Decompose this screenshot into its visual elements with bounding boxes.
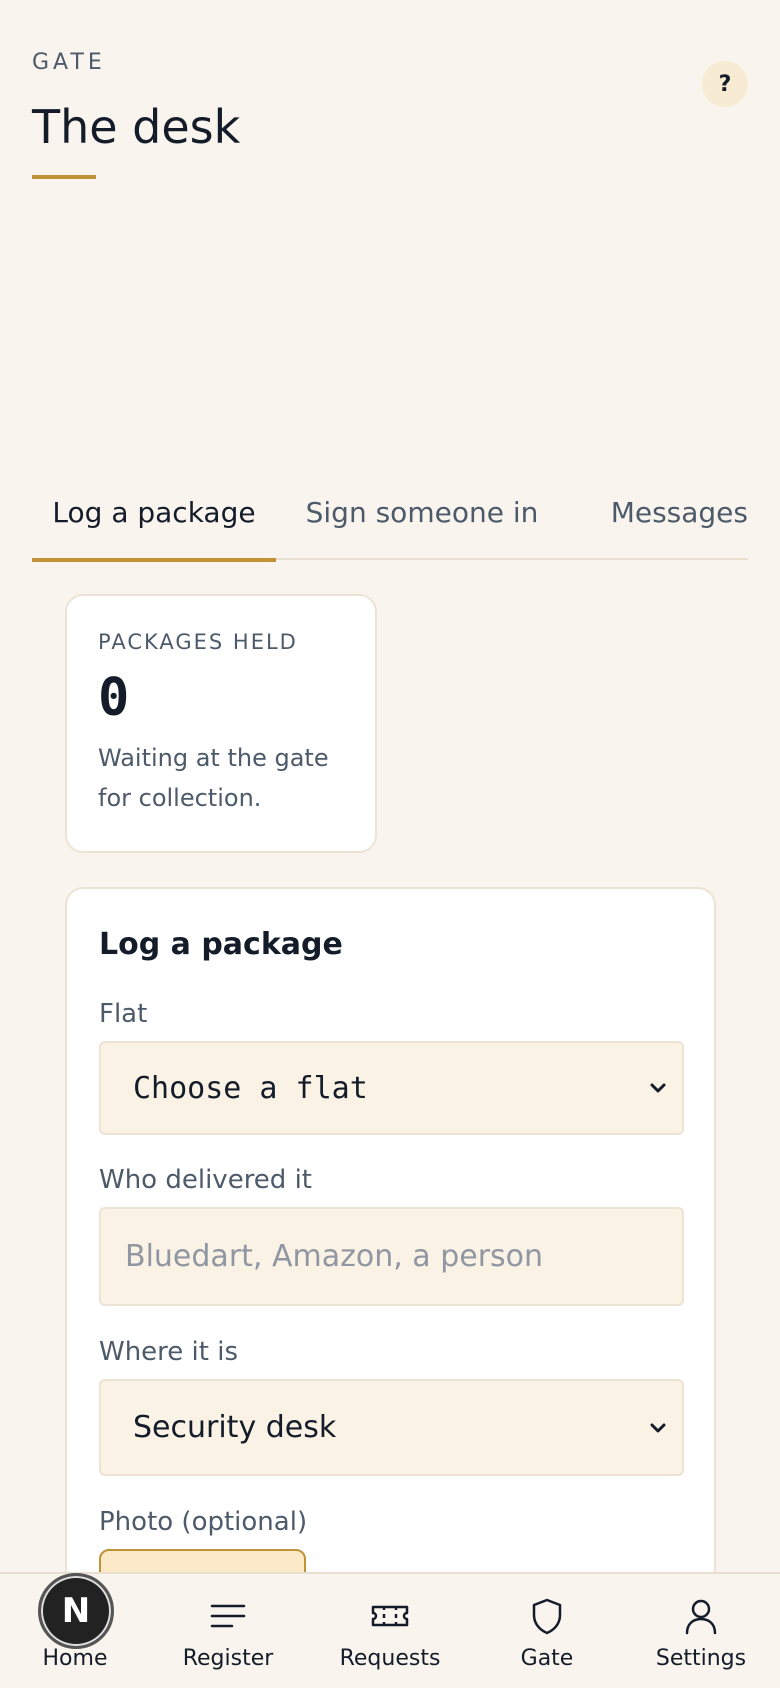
- shield-icon: [532, 1598, 562, 1635]
- user-icon: [685, 1599, 717, 1635]
- flat-label: Flat: [99, 999, 148, 1029]
- home-badge[interactable]: N: [38, 1573, 114, 1649]
- nav-gate[interactable]: Gate: [472, 1574, 622, 1688]
- form-heading: Log a package: [99, 927, 343, 962]
- tab-log-package[interactable]: Log a package: [32, 482, 276, 562]
- tab-sign-in[interactable]: Sign someone in: [276, 482, 568, 560]
- nav-register[interactable]: Register: [153, 1574, 303, 1688]
- nav-label-settings: Settings: [655, 1646, 747, 1671]
- stat-value: 0: [98, 668, 130, 728]
- location-select-value: Security desk: [133, 1410, 337, 1445]
- ticket-icon: [371, 1605, 409, 1627]
- delivered-input[interactable]: Bluedart, Amazon, a person: [99, 1207, 684, 1306]
- delivered-label: Who delivered it: [99, 1165, 312, 1195]
- flat-select[interactable]: Choose a flat: [99, 1041, 684, 1135]
- chevron-down-icon: [650, 1083, 666, 1093]
- tab-bar: Log a package Sign someone in Messages: [32, 482, 748, 562]
- help-button[interactable]: ?: [702, 61, 748, 107]
- nav-label-requests: Requests: [339, 1646, 441, 1671]
- page-eyebrow: GATE: [32, 50, 106, 75]
- photo-label: Photo (optional): [99, 1507, 308, 1537]
- delivered-placeholder: Bluedart, Amazon, a person: [125, 1239, 544, 1274]
- nav-requests[interactable]: Requests: [315, 1574, 465, 1688]
- nav-label-gate: Gate: [520, 1646, 574, 1671]
- nav-label-home: Home: [42, 1646, 108, 1671]
- stat-desc-line1: Waiting at the gate: [98, 744, 329, 772]
- chevron-down-icon: [650, 1423, 666, 1432]
- packages-held-card: PACKAGES HELD 0 Waiting at the gate for …: [65, 594, 377, 853]
- tab-messages[interactable]: Messages: [568, 482, 748, 560]
- stat-description: Waiting at the gate for collection.: [98, 738, 344, 818]
- log-package-form: Log a package Flat Choose a flat Who del…: [65, 887, 716, 1647]
- location-label: Where it is: [99, 1337, 239, 1367]
- stat-desc-line2: for collection.: [98, 784, 262, 812]
- nav-settings[interactable]: Settings: [626, 1574, 776, 1688]
- title-underline: [32, 175, 96, 179]
- flat-select-value: Choose a flat: [133, 1070, 368, 1106]
- nav-label-register: Register: [182, 1646, 274, 1671]
- location-select[interactable]: Security desk: [99, 1379, 684, 1476]
- page-title: The desk: [32, 100, 241, 154]
- bottom-nav: Home Register Requests Gate Settings: [0, 1572, 780, 1688]
- list-icon: [210, 1604, 246, 1628]
- stat-label: PACKAGES HELD: [98, 630, 298, 654]
